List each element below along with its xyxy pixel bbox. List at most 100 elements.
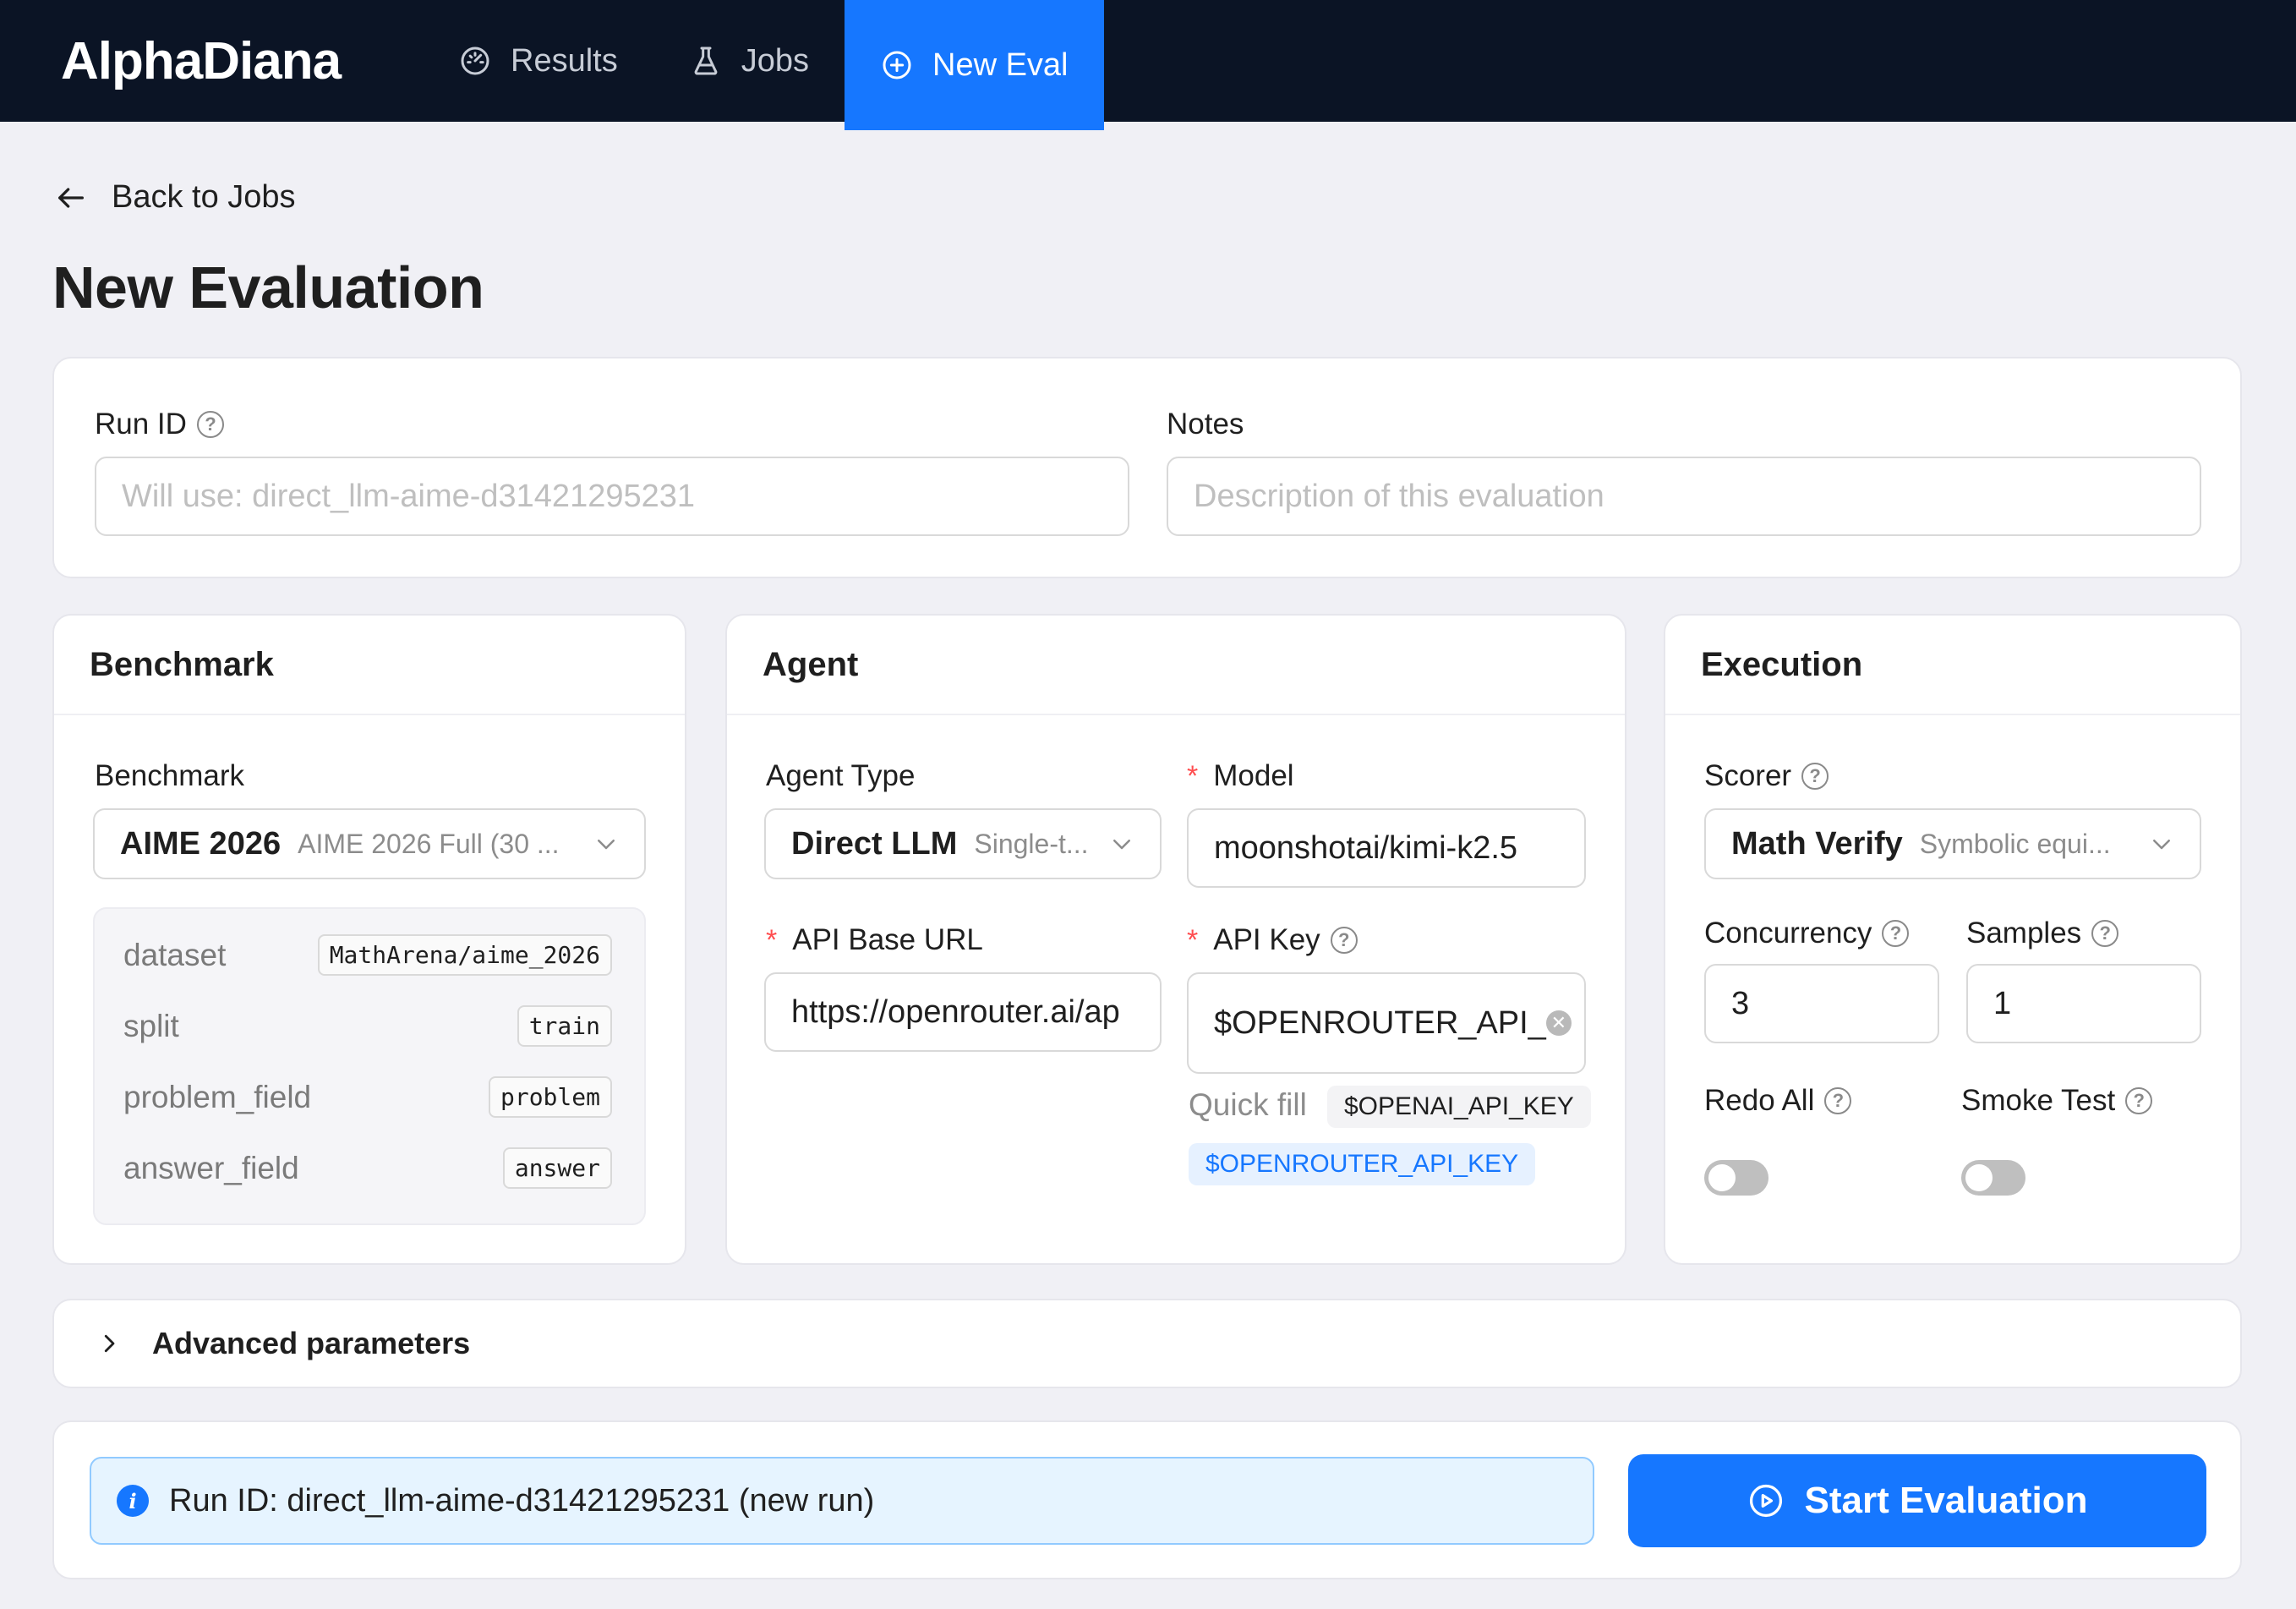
api-base-url-label-text: API Base URL: [792, 923, 983, 956]
nav-item-results[interactable]: Results: [423, 0, 653, 122]
nav-item-label: Results: [511, 42, 618, 79]
quick-fill-openrouter-key[interactable]: $OPENROUTER_API_KEY: [1189, 1143, 1536, 1185]
smoke-test-toggle[interactable]: [1961, 1160, 2025, 1196]
detail-key: answer_field: [123, 1150, 299, 1185]
redo-all-label: Redo All ?: [1704, 1084, 1852, 1118]
detail-key: problem_field: [123, 1079, 312, 1114]
benchmark-details-panel: dataset MathArena/aime_2026 split train …: [93, 907, 646, 1225]
agent-type-label: Agent Type: [766, 759, 915, 793]
chevron-down-icon: [2153, 840, 2170, 850]
back-to-jobs-link[interactable]: Back to Jobs: [54, 179, 296, 216]
model-input[interactable]: moonshotai/kimi-k2.5: [1187, 808, 1586, 888]
detail-key: dataset: [123, 937, 227, 972]
detail-value: train: [517, 1005, 612, 1047]
nav-item-label: Jobs: [741, 42, 809, 79]
agent-type-select[interactable]: Direct LLM Single-t...: [764, 808, 1162, 879]
help-icon[interactable]: ?: [1801, 763, 1829, 790]
help-icon[interactable]: ?: [2125, 1087, 2153, 1114]
api-key-input[interactable]: $OPENROUTER_API_ ✕: [1187, 972, 1586, 1074]
detail-row-problem-field: problem_field problem: [123, 1076, 612, 1118]
page-title: New Evaluation: [52, 254, 484, 320]
detail-row-dataset: dataset MathArena/aime_2026: [123, 934, 612, 976]
detail-key: split: [123, 1008, 179, 1043]
execution-card-title: Execution: [1665, 616, 2240, 715]
detail-value: MathArena/aime_2026: [317, 934, 612, 976]
benchmark-selected-value: AIME 2026: [120, 825, 282, 862]
chevron-down-icon: [598, 840, 615, 850]
detail-value: answer: [502, 1147, 612, 1189]
advanced-parameters-toggle[interactable]: Advanced parameters: [52, 1299, 2242, 1388]
brand-logo[interactable]: AlphaDiana: [0, 0, 423, 122]
play-circle-icon: [1749, 1484, 1782, 1518]
benchmark-selected-desc: AIME 2026 Full (30 ...: [298, 828, 560, 859]
nav-item-jobs[interactable]: Jobs: [653, 0, 845, 122]
benchmark-card-title: Benchmark: [54, 616, 685, 715]
info-icon: i: [117, 1485, 149, 1517]
chevron-right-icon: [104, 1334, 115, 1353]
smoke-test-label: Smoke Test ?: [1961, 1084, 2153, 1118]
back-link-label: Back to Jobs: [112, 179, 296, 215]
arrow-left-icon: [58, 187, 85, 208]
top-navigation-bar: AlphaDiana Results Jobs New Eval: [0, 0, 2296, 130]
model-label-text: Model: [1213, 759, 1294, 792]
samples-label-text: Samples: [1966, 917, 2082, 950]
start-evaluation-button[interactable]: Start Evaluation: [1628, 1454, 2206, 1547]
benchmark-select[interactable]: AIME 2026 AIME 2026 Full (30 ...: [93, 808, 646, 879]
help-icon[interactable]: ?: [1330, 927, 1358, 954]
run-id-label: Run ID ?: [95, 408, 224, 441]
required-asterisk: *: [1187, 759, 1199, 792]
api-base-url-label: * API Base URL: [766, 923, 983, 957]
required-asterisk: *: [1187, 923, 1199, 956]
concurrency-label-text: Concurrency: [1704, 917, 1872, 950]
advanced-parameters-label: Advanced parameters: [152, 1326, 471, 1360]
required-asterisk: *: [766, 923, 778, 956]
submit-card: i Run ID: direct_llm-aime-d31421295231 (…: [52, 1420, 2242, 1579]
help-icon[interactable]: ?: [196, 411, 224, 438]
benchmark-field-label-text: Benchmark: [95, 759, 245, 792]
redo-all-toggle[interactable]: [1704, 1160, 1768, 1196]
api-key-label-text: API Key: [1213, 923, 1320, 956]
agent-type-desc: Single-t...: [974, 828, 1089, 859]
api-base-url-input[interactable]: https://openrouter.ai/ap: [764, 972, 1162, 1052]
run-id-label-text: Run ID: [95, 408, 187, 441]
api-key-label: * API Key ?: [1187, 923, 1358, 957]
help-icon[interactable]: ?: [1824, 1087, 1852, 1114]
quick-fill-label: Quick fill: [1189, 1087, 1307, 1122]
notes-label: Notes: [1167, 408, 1244, 441]
detail-row-split: split train: [123, 1005, 612, 1047]
detail-row-answer-field: answer_field answer: [123, 1147, 612, 1189]
scorer-value: Math Verify: [1731, 825, 1903, 862]
chevron-down-icon: [1113, 840, 1130, 850]
api-key-value: $OPENROUTER_API_: [1214, 1004, 1546, 1041]
dashboard-icon: [461, 47, 489, 75]
model-label: * Model: [1187, 759, 1294, 793]
run-id-info-alert: i Run ID: direct_llm-aime-d31421295231 (…: [90, 1457, 1594, 1545]
notes-input[interactable]: Description of this evaluation: [1167, 457, 2201, 536]
samples-input[interactable]: 1: [1966, 964, 2201, 1043]
concurrency-label: Concurrency ?: [1704, 917, 1910, 950]
smoke-test-label-text: Smoke Test: [1961, 1084, 2116, 1117]
run-id-input[interactable]: Will use: direct_llm-aime-d31421295231: [95, 457, 1129, 536]
quick-fill-openai-key[interactable]: $OPENAI_API_KEY: [1327, 1086, 1591, 1128]
clear-icon[interactable]: ✕: [1545, 1010, 1572, 1036]
nav-item-new-eval[interactable]: New Eval: [845, 0, 1104, 130]
run-info-card: Run ID ? Will use: direct_llm-aime-d3142…: [52, 357, 2242, 578]
plus-circle-icon: [883, 51, 911, 79]
start-evaluation-label: Start Evaluation: [1804, 1480, 2088, 1521]
agent-type-label-text: Agent Type: [766, 759, 916, 792]
scorer-label: Scorer ?: [1704, 759, 1829, 793]
notes-label-text: Notes: [1167, 408, 1244, 441]
agent-type-value: Direct LLM: [791, 825, 958, 862]
nav-item-label: New Eval: [932, 47, 1069, 83]
redo-all-label-text: Redo All: [1704, 1084, 1815, 1117]
scorer-label-text: Scorer: [1704, 759, 1792, 792]
agent-card-title: Agent: [727, 616, 1625, 715]
help-icon[interactable]: ?: [1882, 920, 1910, 947]
flask-icon: [694, 47, 718, 75]
scorer-desc: Symbolic equi...: [1919, 828, 2111, 859]
run-id-info-text: Run ID: direct_llm-aime-d31421295231 (ne…: [169, 1482, 875, 1519]
help-icon[interactable]: ?: [2091, 920, 2119, 947]
detail-value: problem: [488, 1076, 612, 1118]
scorer-select[interactable]: Math Verify Symbolic equi...: [1704, 808, 2201, 879]
concurrency-input[interactable]: 3: [1704, 964, 1939, 1043]
